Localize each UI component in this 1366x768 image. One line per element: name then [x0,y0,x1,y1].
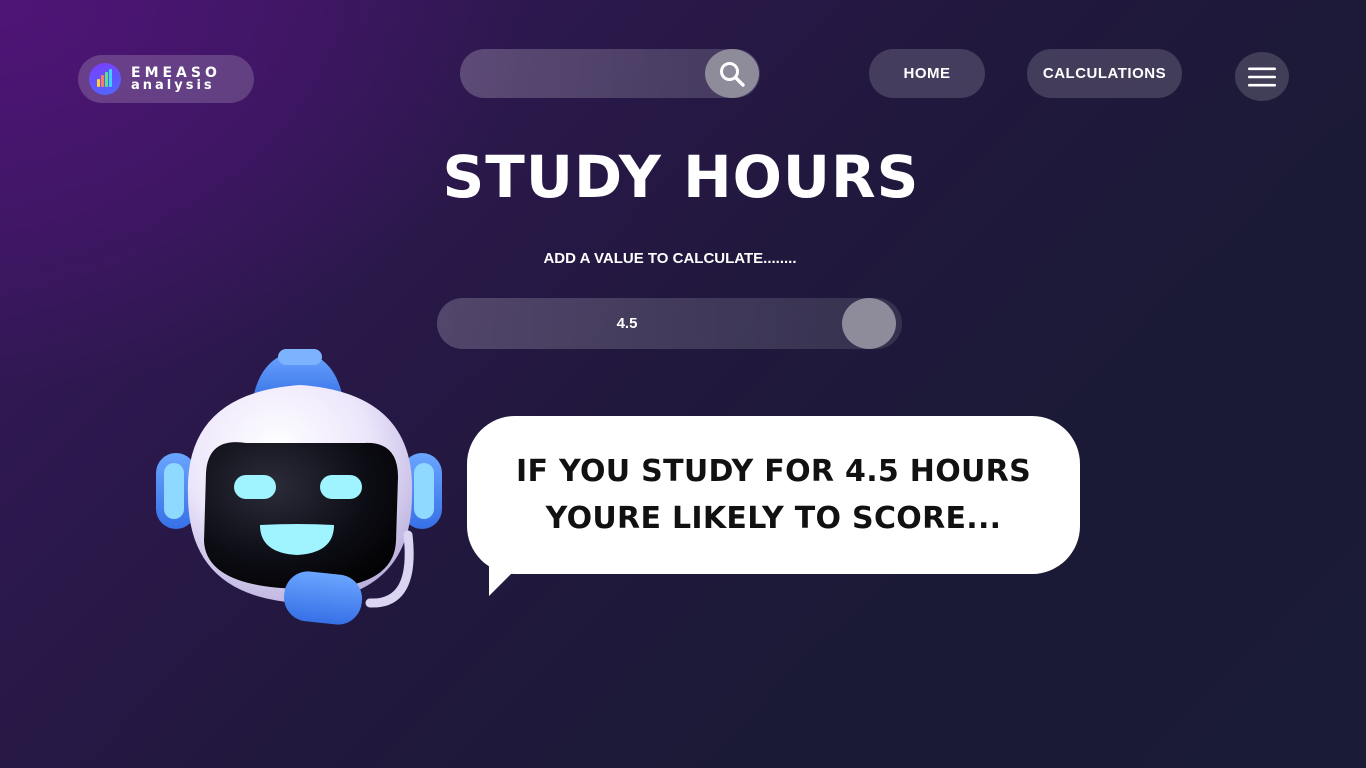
result-message-line-2: YOURE LIKELY TO SCORE... [545,501,1002,536]
search-icon [720,61,745,87]
home-button[interactable]: HOME [869,49,985,98]
brand-logo[interactable]: EMEASO analysis [78,55,254,103]
page-subtitle: ADD A VALUE TO CALCULATE........ [543,250,797,267]
search-bar [460,49,760,98]
result-message-line-1: IF YOU STUDY FOR 4.5 HOURS [516,454,1031,489]
brand-subname: analysis [131,78,215,93]
result-message: IF YOU STUDY FOR 4.5 HOURS YOURE LIKELY … [516,448,1031,542]
page-title: STUDY HOURS [442,143,920,211]
hamburger-menu-icon [1248,67,1276,86]
brand-wordmark: EMEASO analysis [131,66,221,92]
home-button-label: HOME [903,65,951,82]
search-button[interactable] [705,49,759,98]
calculations-button[interactable]: CALCULATIONS [1027,49,1182,98]
calculations-button-label: CALCULATIONS [1042,65,1167,82]
menu-button[interactable] [1235,52,1289,101]
search-input[interactable] [460,49,740,98]
result-speech-bubble: IF YOU STUDY FOR 4.5 HOURS YOURE LIKELY … [467,416,1080,574]
slider-value: 4.5 [616,315,638,332]
bar-chart-icon [89,63,121,95]
robot-assistant-icon [156,349,442,625]
slider-thumb[interactable] [842,298,896,349]
study-hours-slider[interactable]: 4.5 [437,298,902,349]
